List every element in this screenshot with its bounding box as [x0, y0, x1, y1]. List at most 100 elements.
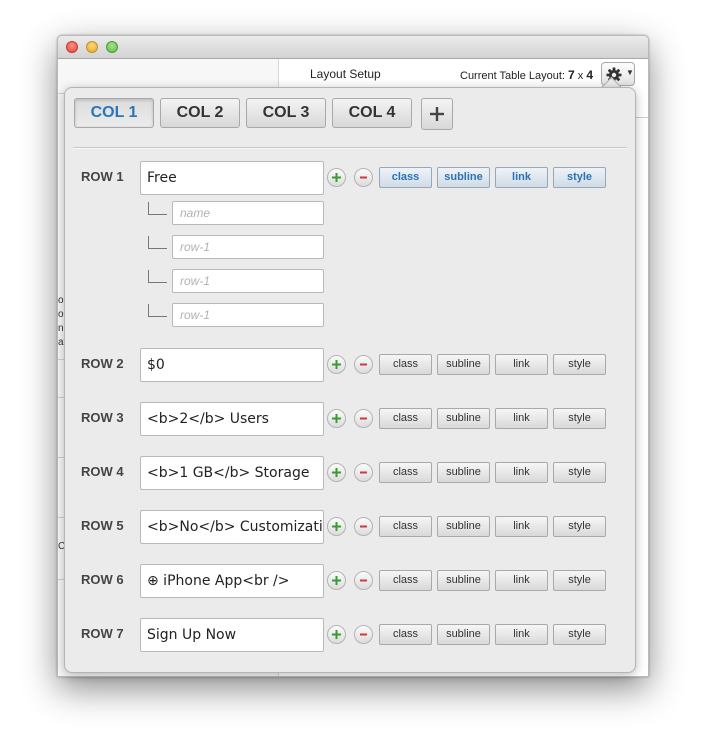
style-button[interactable]: style [553, 516, 606, 537]
remove-row-button[interactable] [354, 355, 373, 374]
add-row-button[interactable] [327, 355, 346, 374]
class-button[interactable]: class [379, 624, 432, 645]
class-button[interactable]: class [379, 408, 432, 429]
class-button[interactable]: class [379, 570, 432, 591]
row-3-input[interactable]: <b>2</b> Users [140, 402, 324, 436]
subline-button[interactable]: subline [437, 408, 490, 429]
style-button[interactable]: style [553, 354, 606, 375]
link-button[interactable]: link [495, 408, 548, 429]
minus-icon [360, 471, 367, 474]
chevron-down-icon: ▼ [626, 68, 634, 77]
tree-connector [148, 202, 167, 215]
row-label: ROW 1 [81, 169, 124, 184]
row-7-input[interactable]: Sign Up Now [140, 618, 324, 652]
remove-row-button[interactable] [354, 463, 373, 482]
add-row-button[interactable] [327, 409, 346, 428]
row-label: ROW 6 [81, 572, 124, 587]
add-row-button[interactable] [327, 517, 346, 536]
remove-row-button[interactable] [354, 409, 373, 428]
row-5-input[interactable]: <b>No</b> Customizati [140, 510, 324, 544]
tab-col-1[interactable]: COL 1 [74, 98, 154, 128]
subline-button[interactable]: subline [437, 516, 490, 537]
style-button[interactable]: style [553, 462, 606, 483]
subline-button[interactable]: subline [437, 354, 490, 375]
link-button[interactable]: link [495, 570, 548, 591]
row-label: ROW 3 [81, 410, 124, 425]
subline-button[interactable]: subline [437, 624, 490, 645]
link-button[interactable]: link [495, 624, 548, 645]
add-row-button[interactable] [327, 168, 346, 187]
row-label: ROW 4 [81, 464, 124, 479]
remove-row-button[interactable] [354, 517, 373, 536]
divider [73, 147, 627, 149]
layout-cols: 4 [586, 68, 594, 82]
link-button[interactable]: link [495, 462, 548, 483]
plus-icon [332, 173, 341, 182]
add-column-button[interactable] [421, 98, 453, 130]
minus-icon [360, 417, 367, 420]
row-4-input[interactable]: <b>1 GB</b> Storage [140, 456, 324, 490]
minus-icon [360, 525, 367, 528]
close-window-button[interactable] [66, 41, 78, 53]
tab-col-2[interactable]: COL 2 [160, 98, 240, 128]
plus-icon [332, 576, 341, 585]
row-label: ROW 2 [81, 356, 124, 371]
remove-row-button[interactable] [354, 571, 373, 590]
plus-icon [332, 468, 341, 477]
current-layout-label: Current Table Layout: [460, 70, 565, 82]
tree-connector [148, 236, 167, 249]
page-title: Layout Setup [310, 67, 381, 81]
plus-icon [332, 360, 341, 369]
row-1-input[interactable]: Free [140, 161, 324, 195]
add-row-button[interactable] [327, 463, 346, 482]
row-label: ROW 5 [81, 518, 124, 533]
right-pane-divider [635, 117, 648, 118]
zoom-window-button[interactable] [106, 41, 118, 53]
add-row-button[interactable] [327, 625, 346, 644]
add-row-button[interactable] [327, 571, 346, 590]
link-button[interactable]: link [495, 516, 548, 537]
layout-rows: 7 [568, 68, 575, 82]
subline-button[interactable]: subline [437, 462, 490, 483]
title-bar [58, 36, 648, 59]
layout-times: x [577, 70, 584, 82]
minus-icon [360, 579, 367, 582]
row-1-subline-field[interactable]: row-1 [172, 235, 324, 259]
current-layout: Current Table Layout: 7 x 4 [460, 68, 593, 82]
row-1-name-field[interactable]: name [172, 201, 324, 225]
row-1-style-field[interactable]: row-1 [172, 303, 324, 327]
column-editor-popover: COL 1 COL 2 COL 3 COL 4 ROW 1 Free class… [64, 87, 636, 673]
plus-icon [332, 414, 341, 423]
minus-icon [360, 363, 367, 366]
row-6-input[interactable]: ⊕ iPhone App<br /> [140, 564, 324, 598]
class-button[interactable]: class [379, 354, 432, 375]
plus-icon [332, 630, 341, 639]
class-button[interactable]: class [379, 462, 432, 483]
class-button[interactable]: class [379, 516, 432, 537]
row-label: ROW 7 [81, 626, 124, 641]
style-button[interactable]: style [553, 167, 606, 188]
remove-row-button[interactable] [354, 168, 373, 187]
link-button[interactable]: link [495, 354, 548, 375]
subline-button[interactable]: subline [437, 570, 490, 591]
minimize-window-button[interactable] [86, 41, 98, 53]
left-pane-text: o [58, 295, 64, 306]
minus-icon [360, 633, 367, 636]
tab-col-4[interactable]: COL 4 [332, 98, 412, 128]
remove-row-button[interactable] [354, 625, 373, 644]
class-button[interactable]: class [379, 167, 432, 188]
tree-connector [148, 304, 167, 317]
minus-icon [360, 176, 367, 179]
style-button[interactable]: style [553, 570, 606, 591]
tab-col-3[interactable]: COL 3 [246, 98, 326, 128]
row-2-input[interactable]: $0 [140, 348, 324, 382]
left-pane-text: o [58, 309, 64, 320]
row-1-link-field[interactable]: row-1 [172, 269, 324, 293]
style-button[interactable]: style [553, 624, 606, 645]
left-pane-text: n [58, 323, 64, 334]
tree-connector [148, 270, 167, 283]
style-button[interactable]: style [553, 408, 606, 429]
plus-icon [332, 522, 341, 531]
subline-button[interactable]: subline [437, 167, 490, 188]
link-button[interactable]: link [495, 167, 548, 188]
